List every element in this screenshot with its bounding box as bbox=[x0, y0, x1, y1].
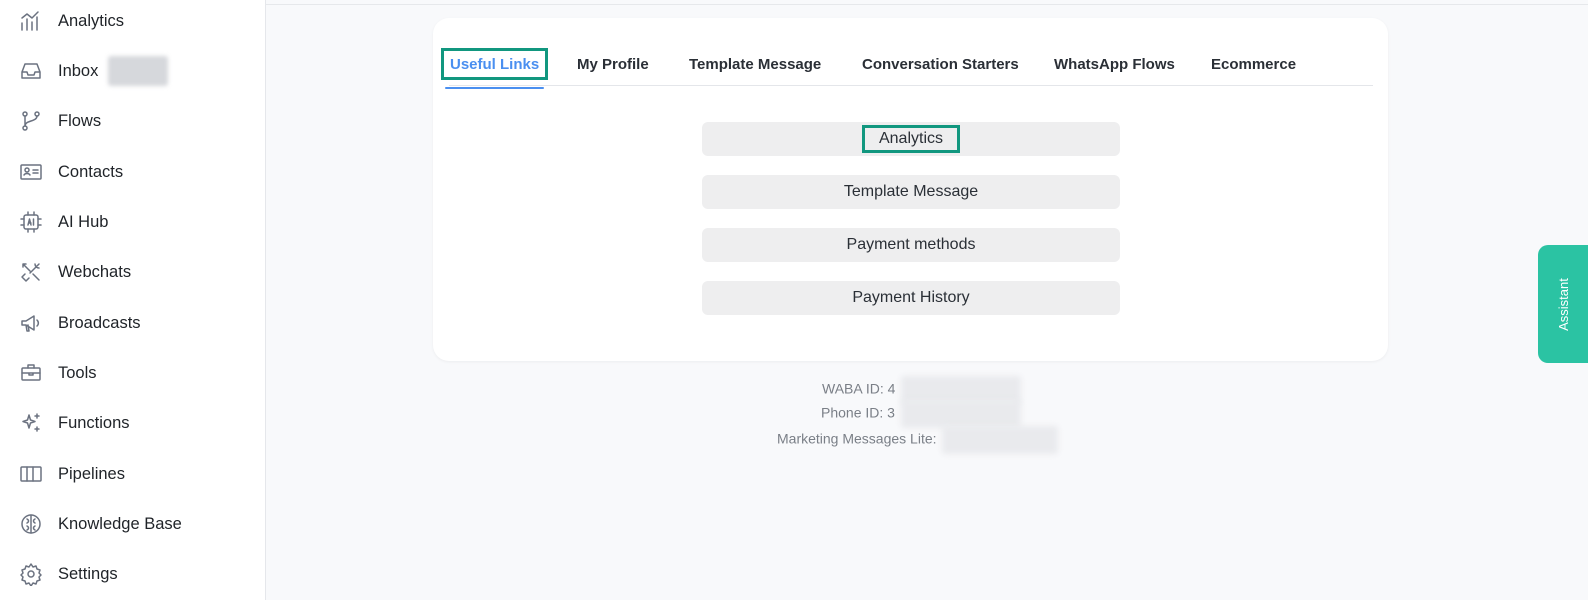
sidebar-item-label: Broadcasts bbox=[58, 313, 141, 332]
megaphone-icon bbox=[18, 310, 44, 336]
phone-id-line: Phone ID: 3 bbox=[821, 400, 1021, 428]
sidebar-item-pipelines[interactable]: Pipelines bbox=[0, 454, 266, 494]
payment-methods-link-button[interactable]: Payment methods bbox=[702, 228, 1120, 262]
tab-divider bbox=[449, 85, 1373, 86]
flows-icon bbox=[18, 108, 44, 134]
unread-count-badge bbox=[108, 56, 168, 86]
link-label: Payment methods bbox=[846, 236, 976, 253]
sidebar-item-label: Contacts bbox=[58, 162, 124, 181]
tab-template-message[interactable]: Template Message bbox=[689, 48, 821, 80]
sidebar-item-analytics[interactable]: Analytics bbox=[0, 1, 266, 41]
sidebar-item-label: Webchats bbox=[58, 262, 132, 281]
sidebar-item-label: AI Hub bbox=[58, 212, 109, 231]
link-label: Payment History bbox=[852, 289, 970, 306]
analytics-icon bbox=[18, 8, 44, 34]
toolbox-icon bbox=[18, 360, 44, 386]
tab-bar: Useful Links My Profile Template Message… bbox=[441, 48, 1373, 89]
gear-icon bbox=[18, 561, 44, 587]
contacts-icon bbox=[18, 159, 44, 185]
active-tab-indicator bbox=[445, 87, 545, 89]
phone-id-value-redacted bbox=[900, 400, 1021, 428]
link-label: Template Message bbox=[843, 183, 979, 200]
brain-icon bbox=[18, 511, 44, 537]
sidebar-item-label: Pipelines bbox=[58, 464, 125, 483]
sidebar-item-ai-hub[interactable]: AI Hub bbox=[0, 202, 266, 242]
tab-label: WhatsApp Flows bbox=[1054, 55, 1175, 73]
sidebar-item-contacts[interactable]: Contacts bbox=[0, 152, 266, 192]
tab-label: Template Message bbox=[689, 55, 822, 73]
sidebar-item-flows[interactable]: Flows bbox=[0, 101, 266, 141]
inbox-icon bbox=[18, 58, 44, 84]
sidebar-item-functions[interactable]: Functions bbox=[0, 403, 266, 443]
useful-links-card: Useful Links My Profile Template Message… bbox=[433, 18, 1388, 361]
sidebar-item-knowledge-base[interactable]: Knowledge Base bbox=[0, 504, 266, 544]
tab-label: Conversation Starters bbox=[862, 55, 1019, 73]
tab-label: Ecommerce bbox=[1211, 55, 1297, 73]
link-label: Analytics bbox=[861, 125, 961, 153]
assistant-label: Assistant bbox=[1555, 277, 1571, 331]
sidebar-item-label: Analytics bbox=[58, 11, 125, 30]
sidebar-item-inbox[interactable]: Inbox bbox=[0, 51, 266, 91]
pipelines-icon bbox=[18, 461, 44, 487]
analytics-link-button[interactable]: Analytics bbox=[702, 122, 1120, 156]
tab-whatsapp-flows[interactable]: WhatsApp Flows bbox=[1054, 48, 1175, 80]
marketing-messages-line: Marketing Messages Lite: bbox=[777, 426, 1059, 454]
phone-id-label: Phone ID: 3 bbox=[821, 404, 895, 421]
tab-ecommerce[interactable]: Ecommerce bbox=[1211, 48, 1296, 80]
tab-my-profile[interactable]: My Profile bbox=[577, 48, 649, 80]
webchats-icon bbox=[18, 259, 44, 285]
sidebar-item-webchats[interactable]: Webchats bbox=[0, 252, 266, 292]
marketing-messages-value-redacted bbox=[942, 426, 1059, 454]
sidebar-item-broadcasts[interactable]: Broadcasts bbox=[0, 303, 266, 343]
sidebar-item-label: Knowledge Base bbox=[58, 514, 182, 533]
payment-history-link-button[interactable]: Payment History bbox=[702, 281, 1120, 315]
sidebar-item-tools[interactable]: Tools bbox=[0, 353, 266, 393]
tab-label: Useful Links bbox=[450, 55, 540, 73]
assistant-button[interactable]: Assistant bbox=[1538, 245, 1588, 363]
template-message-link-button[interactable]: Template Message bbox=[702, 175, 1120, 209]
tab-label: My Profile bbox=[577, 55, 649, 73]
waba-id-label: WABA ID: 4 bbox=[822, 380, 896, 397]
sidebar-item-label: Inbox bbox=[58, 61, 99, 80]
sidebar-item-label: Functions bbox=[58, 413, 130, 432]
marketing-messages-label: Marketing Messages Lite: bbox=[777, 430, 937, 447]
tab-useful-links[interactable]: Useful Links bbox=[441, 48, 549, 89]
sidebar-item-label: Settings bbox=[58, 564, 118, 583]
sparkle-icon bbox=[18, 410, 44, 436]
sidebar: Analytics Inbox Flows Contacts AI Hub We… bbox=[0, 0, 266, 600]
ai-hub-icon bbox=[18, 209, 44, 235]
sidebar-item-label: Tools bbox=[58, 363, 97, 382]
sidebar-item-settings[interactable]: Settings bbox=[0, 554, 266, 594]
sidebar-item-label: Flows bbox=[58, 111, 102, 130]
tab-conversation-starters[interactable]: Conversation Starters bbox=[862, 48, 1019, 80]
